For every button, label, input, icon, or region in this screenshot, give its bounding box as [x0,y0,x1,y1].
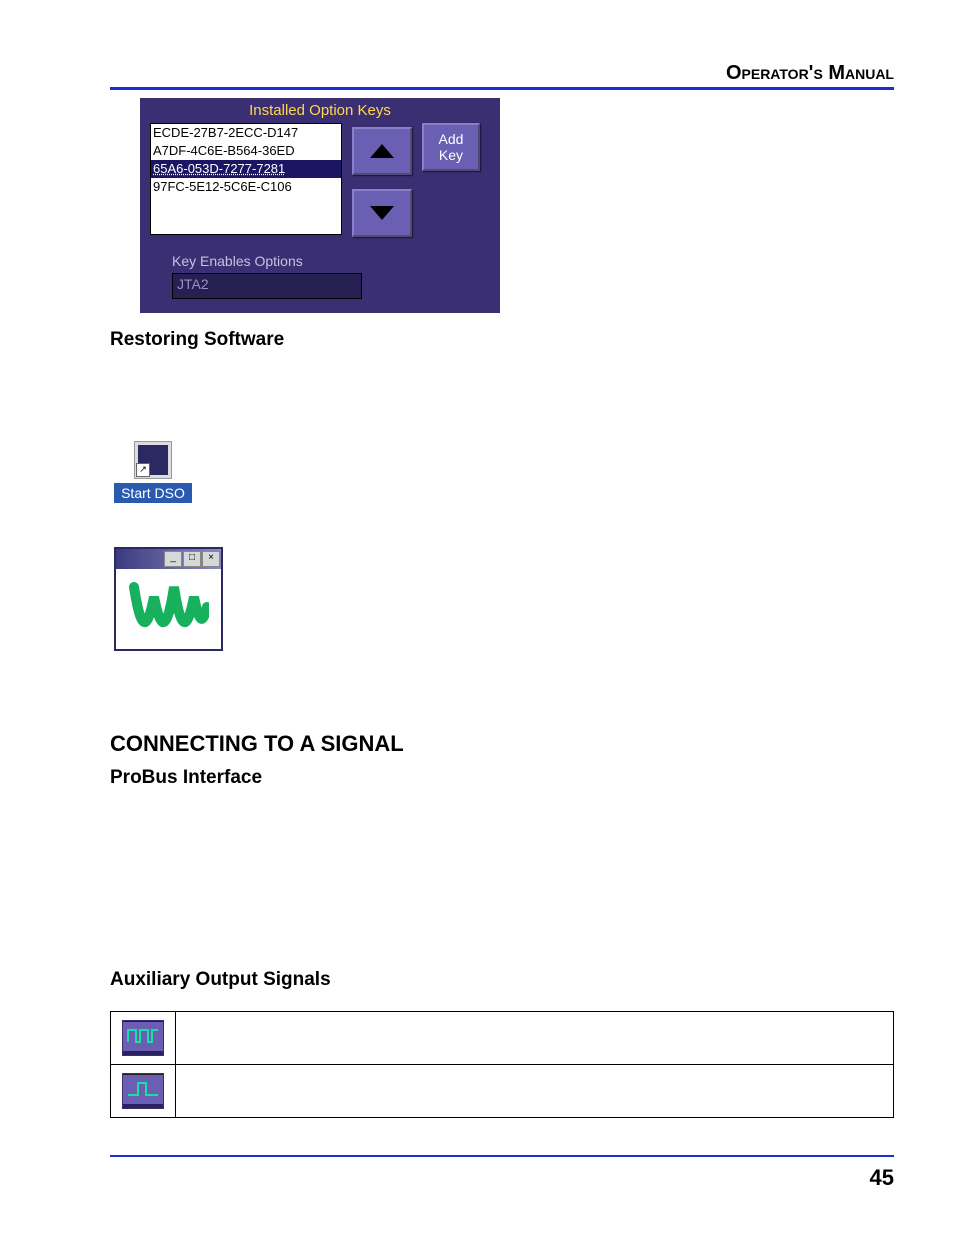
add-key-label: Add Key [439,131,464,163]
start-dso-label: Start DSO [114,483,192,503]
start-dso-shortcut[interactable]: ↗ Start DSO [114,441,192,503]
dso-app-window: _ □ × [114,547,223,651]
scroll-down-button[interactable] [352,189,412,237]
arrow-down-icon [370,206,394,220]
key-item[interactable]: A7DF-4C6E-B564-36ED [151,142,341,160]
window-maximize-button[interactable]: □ [183,551,201,567]
waveform-w-icon [129,577,209,641]
square-wave-icon[interactable] [122,1020,164,1056]
probus-heading: ProBus Interface [110,767,894,789]
key-item[interactable]: ECDE-27B7-2ECC-D147 [151,124,341,142]
table-row [111,1012,894,1065]
window-close-button[interactable]: × [202,551,220,567]
key-item-selected[interactable]: 65A6-053D-7277-7281 [151,160,341,178]
connecting-heading: CONNECTING TO A SIGNAL [110,731,894,757]
page-number: 45 [870,1165,894,1191]
key-item[interactable]: 97FC-5E12-5C6E-C106 [151,178,341,196]
aux-signals-table [110,1011,894,1118]
key-enables-field[interactable]: JTA2 [172,273,362,299]
footer-rule [110,1155,894,1157]
aux-desc-cell [176,1065,894,1118]
aux-desc-cell [176,1012,894,1065]
add-key-button[interactable]: Add Key [422,123,480,171]
page-header: Operator's Manual [110,62,894,90]
aux-icon-cell [111,1065,176,1118]
aux-output-heading: Auxiliary Output Signals [110,969,894,991]
pulse-icon[interactable] [122,1073,164,1109]
restoring-software-heading: Restoring Software [110,329,894,351]
header-text: Operator's Manual [726,62,894,84]
installed-keys-panel: Installed Option Keys ECDE-27B7-2ECC-D14… [140,98,500,313]
table-row [111,1065,894,1118]
window-minimize-button[interactable]: _ [164,551,182,567]
start-dso-icon: ↗ [134,441,172,479]
key-enables-label: Key Enables Options [172,253,490,273]
arrow-up-icon [370,144,394,158]
window-titlebar: _ □ × [116,549,221,569]
scroll-up-button[interactable] [352,127,412,175]
window-body [116,569,221,649]
aux-icon-cell [111,1012,176,1065]
panel-title: Installed Option Keys [140,98,500,123]
key-list[interactable]: ECDE-27B7-2ECC-D147 A7DF-4C6E-B564-36ED … [150,123,342,235]
